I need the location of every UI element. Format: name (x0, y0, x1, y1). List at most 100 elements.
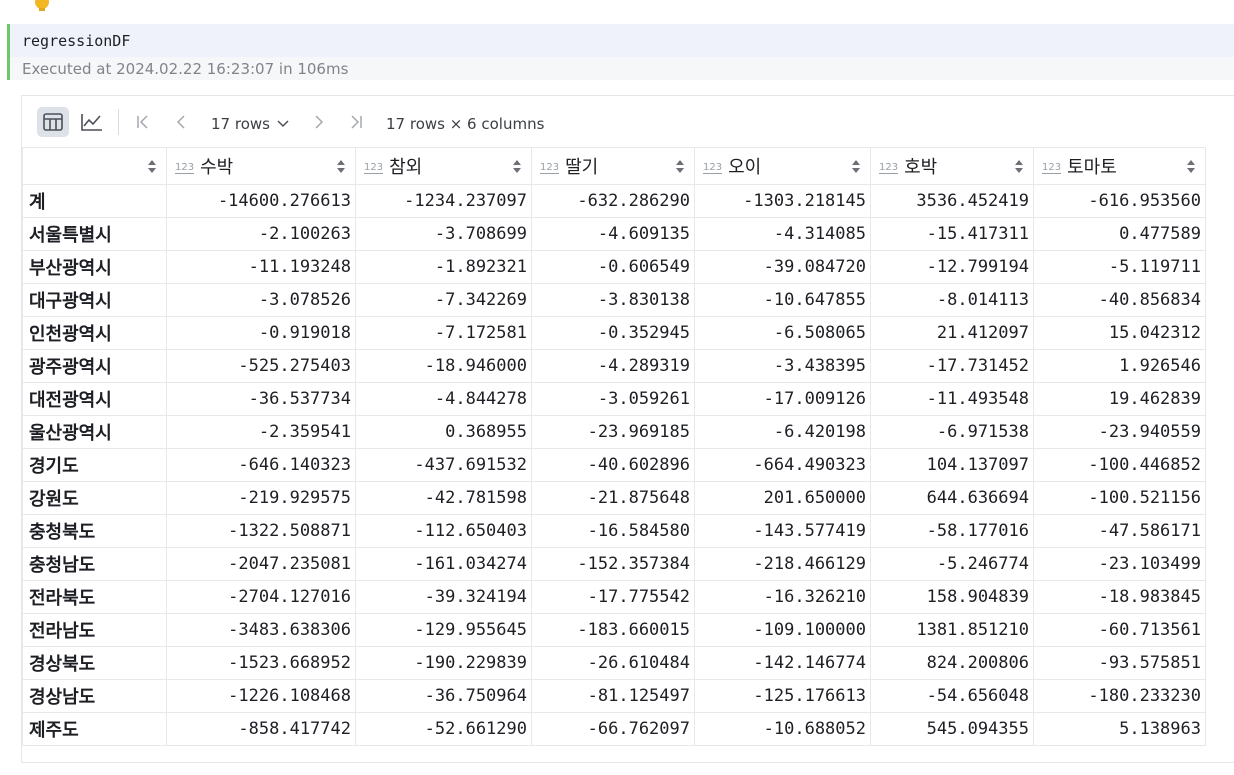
row-index-cell[interactable]: 울산광역시 (22, 415, 167, 449)
next-page-button[interactable] (308, 109, 330, 135)
table-cell[interactable]: -2.100263 (166, 217, 356, 251)
index-column-header[interactable] (22, 147, 167, 185)
table-row[interactable]: 강원도 -219.929575 -42.781598 -21.875648 201.65… (22, 481, 1206, 515)
table-cell[interactable]: 104.137097 (870, 448, 1034, 482)
table-row[interactable]: 전라남도 -3483.638306 -129.955645 -183.660015 -1… (22, 613, 1206, 647)
row-index-cell[interactable]: 전라남도 (22, 613, 167, 647)
table-cell[interactable]: -15.417311 (870, 217, 1034, 251)
table-cell[interactable]: -4.609135 (531, 217, 695, 251)
row-index-cell[interactable]: 부산광역시 (22, 250, 167, 284)
lightbulb-icon[interactable] (33, 0, 51, 16)
table-cell[interactable]: -4.289319 (531, 349, 695, 383)
table-cell[interactable]: -93.575851 (1033, 646, 1206, 680)
table-cell[interactable]: -525.275403 (166, 349, 356, 383)
table-row[interactable]: 경상북도 -1523.668952 -190.229839 -26.610484 -14… (22, 646, 1206, 680)
table-cell[interactable]: -39.084720 (694, 250, 871, 284)
table-cell[interactable]: -18.946000 (355, 349, 532, 383)
table-cell[interactable]: -17.009126 (694, 382, 871, 416)
table-cell[interactable]: -100.521156 (1033, 481, 1206, 515)
table-row[interactable]: 제주도 -858.417742 -52.661290 -66.762097 -10.68… (22, 712, 1206, 746)
row-index-cell[interactable]: 강원도 (22, 481, 167, 515)
table-cell[interactable]: -39.324194 (355, 580, 532, 614)
table-cell[interactable]: -152.357384 (531, 547, 695, 581)
table-cell[interactable]: -100.446852 (1033, 448, 1206, 482)
table-cell[interactable]: -60.713561 (1033, 613, 1206, 647)
table-cell[interactable]: -1303.218145 (694, 184, 871, 218)
table-cell[interactable]: -17.731452 (870, 349, 1034, 383)
row-index-cell[interactable]: 대구광역시 (22, 283, 167, 317)
table-cell[interactable]: -7.172581 (355, 316, 532, 350)
table-cell[interactable]: -858.417742 (166, 712, 356, 746)
sort-icon[interactable] (148, 160, 156, 173)
table-cell[interactable]: -664.490323 (694, 448, 871, 482)
table-row[interactable]: 경기도 -646.140323 -437.691532 -40.602896 -664.… (22, 448, 1206, 482)
table-cell[interactable]: -3483.638306 (166, 613, 356, 647)
table-cell[interactable]: -66.762097 (531, 712, 695, 746)
table-cell[interactable]: -6.971538 (870, 415, 1034, 449)
table-row[interactable]: 대전광역시 -36.537734 -4.844278 -3.059261 -17.009… (22, 382, 1206, 416)
table-cell[interactable]: 1.926546 (1033, 349, 1206, 383)
sort-icon[interactable] (1187, 160, 1195, 173)
table-cell[interactable]: -8.014113 (870, 283, 1034, 317)
table-cell[interactable]: -23.103499 (1033, 547, 1206, 581)
row-index-cell[interactable]: 전라북도 (22, 580, 167, 614)
table-cell[interactable]: -2704.127016 (166, 580, 356, 614)
table-row[interactable]: 광주광역시 -525.275403 -18.946000 -4.289319 -3.43… (22, 349, 1206, 383)
table-cell[interactable]: -16.326210 (694, 580, 871, 614)
table-cell[interactable]: -143.577419 (694, 514, 871, 548)
table-cell[interactable]: 644.636694 (870, 481, 1034, 515)
table-cell[interactable]: -42.781598 (355, 481, 532, 515)
table-cell[interactable]: -3.438395 (694, 349, 871, 383)
table-cell[interactable]: -3.059261 (531, 382, 695, 416)
table-row[interactable]: 울산광역시 -2.359541 0.368955 -23.969185 -6.42019… (22, 415, 1206, 449)
row-index-cell[interactable]: 광주광역시 (22, 349, 167, 383)
table-cell[interactable]: -40.602896 (531, 448, 695, 482)
table-cell[interactable]: -10.647855 (694, 283, 871, 317)
table-cell[interactable]: -129.955645 (355, 613, 532, 647)
table-cell[interactable]: 21.412097 (870, 316, 1034, 350)
table-cell[interactable]: -7.342269 (355, 283, 532, 317)
table-cell[interactable]: -616.953560 (1033, 184, 1206, 218)
table-cell[interactable]: -112.650403 (355, 514, 532, 548)
table-cell[interactable]: 545.094355 (870, 712, 1034, 746)
table-cell[interactable]: 824.200806 (870, 646, 1034, 680)
table-cell[interactable]: -47.586171 (1033, 514, 1206, 548)
column-header[interactable]: 123 오이 (694, 147, 871, 185)
last-page-button[interactable] (345, 109, 367, 135)
table-cell[interactable]: -180.233230 (1033, 679, 1206, 713)
table-cell[interactable]: 5.138963 (1033, 712, 1206, 746)
table-cell[interactable]: -2.359541 (166, 415, 356, 449)
table-cell[interactable]: 158.904839 (870, 580, 1034, 614)
column-header[interactable]: 123 참외 (355, 147, 532, 185)
row-index-cell[interactable]: 충청남도 (22, 547, 167, 581)
table-cell[interactable]: -11.493548 (870, 382, 1034, 416)
chart-view-button[interactable] (76, 107, 108, 137)
row-index-cell[interactable]: 대전광역시 (22, 382, 167, 416)
table-row[interactable]: 경상남도 -1226.108468 -36.750964 -81.125497 -125… (22, 679, 1206, 713)
table-cell[interactable]: -219.929575 (166, 481, 356, 515)
first-page-button[interactable] (132, 109, 154, 135)
column-header[interactable]: 123 토마토 (1033, 147, 1206, 185)
table-cell[interactable]: -142.146774 (694, 646, 871, 680)
table-cell[interactable]: -18.983845 (1033, 580, 1206, 614)
table-cell[interactable]: -26.610484 (531, 646, 695, 680)
table-cell[interactable]: -125.176613 (694, 679, 871, 713)
table-cell[interactable]: -0.919018 (166, 316, 356, 350)
table-cell[interactable]: -12.799194 (870, 250, 1034, 284)
table-cell[interactable]: -5.246774 (870, 547, 1034, 581)
sort-icon[interactable] (337, 160, 345, 173)
table-view-button[interactable] (37, 107, 69, 137)
table-cell[interactable]: -190.229839 (355, 646, 532, 680)
table-cell[interactable]: -3.708699 (355, 217, 532, 251)
table-cell[interactable]: -11.193248 (166, 250, 356, 284)
table-cell[interactable]: -4.314085 (694, 217, 871, 251)
table-cell[interactable]: -3.078526 (166, 283, 356, 317)
table-cell[interactable]: -1322.508871 (166, 514, 356, 548)
table-row[interactable]: 서울특별시 -2.100263 -3.708699 -4.609135 -4.31408… (22, 217, 1206, 251)
table-cell[interactable]: -632.286290 (531, 184, 695, 218)
table-cell[interactable]: -161.034274 (355, 547, 532, 581)
table-cell[interactable]: 15.042312 (1033, 316, 1206, 350)
sort-icon[interactable] (513, 160, 521, 173)
column-header[interactable]: 123 호박 (870, 147, 1034, 185)
table-row[interactable]: 충청남도 -2047.235081 -161.034274 -152.357384 -2… (22, 547, 1206, 581)
